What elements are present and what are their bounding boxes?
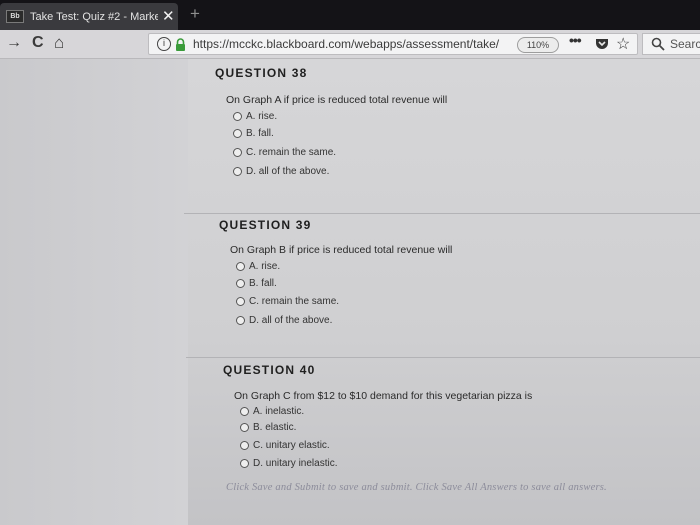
question-38-option-d[interactable]: D. all of the above.: [233, 164, 329, 178]
question-40-title: QUESTION 40: [223, 363, 316, 377]
blackboard-favicon-icon: Bb: [6, 10, 24, 23]
close-tab-icon[interactable]: ✕: [162, 9, 175, 24]
question-40-text: On Graph C from $12 to $10 demand for th…: [234, 390, 533, 402]
radio-button[interactable]: [236, 261, 245, 271]
pocket-icon[interactable]: [595, 37, 609, 50]
search-placeholder: Searc: [670, 37, 700, 51]
question-39-option-c[interactable]: C. remain the same.: [236, 294, 339, 308]
search-icon: [651, 37, 665, 51]
option-label: D. all of the above.: [249, 314, 333, 326]
zoom-level-badge[interactable]: 110%: [517, 37, 559, 53]
radio-button[interactable]: [233, 147, 242, 157]
question-38-option-c[interactable]: C. remain the same.: [233, 145, 336, 159]
left-panel: [0, 59, 188, 525]
radio-button[interactable]: [240, 458, 249, 468]
question-38-title: QUESTION 38: [215, 66, 308, 80]
radio-button[interactable]: [233, 166, 242, 176]
home-icon[interactable]: ⌂: [54, 33, 64, 53]
option-label: C. unitary elastic.: [253, 439, 330, 451]
question-40-option-b[interactable]: B. elastic.: [240, 420, 296, 434]
question-39-option-d[interactable]: D. all of the above.: [236, 313, 332, 327]
option-label: B. elastic.: [253, 421, 297, 433]
new-tab-icon[interactable]: +: [190, 4, 200, 24]
question-38-option-a[interactable]: A. rise.: [233, 109, 277, 123]
question-39-option-a[interactable]: A. rise.: [236, 259, 280, 273]
question-40-option-d[interactable]: D. unitary inelastic.: [240, 456, 337, 470]
option-label: A. inelastic.: [253, 405, 305, 417]
radio-button[interactable]: [240, 440, 249, 450]
forward-icon[interactable]: →: [6, 33, 22, 53]
option-label: A. rise.: [246, 110, 278, 122]
option-label: C. remain the same.: [249, 295, 340, 307]
option-label: B. fall.: [246, 127, 274, 139]
tab-title: Take Test: Quiz #2 - Market anc: [30, 10, 158, 23]
question-39-text: On Graph B if price is reduced total rev…: [230, 244, 453, 256]
option-label: D. all of the above.: [246, 165, 330, 177]
bookmark-star-icon[interactable]: ☆: [616, 34, 630, 54]
lock-icon: [176, 38, 185, 51]
page-actions-icon[interactable]: •••: [569, 32, 582, 48]
option-label: C. remain the same.: [246, 146, 337, 158]
question-38-option-b[interactable]: B. fall.: [233, 126, 274, 140]
test-content: QUESTION 38 On Graph A if price is reduc…: [184, 59, 700, 525]
radio-button[interactable]: [233, 128, 242, 138]
option-label: D. unitary inelastic.: [253, 457, 338, 469]
radio-button[interactable]: [236, 296, 245, 306]
radio-button[interactable]: [236, 278, 245, 288]
question-divider: [184, 213, 700, 214]
option-label: A. rise.: [249, 260, 281, 272]
question-39-option-b[interactable]: B. fall.: [236, 276, 277, 290]
browser-tab[interactable]: Bb Take Test: Quiz #2 - Market anc ✕: [0, 3, 178, 30]
search-input[interactable]: Searc: [642, 33, 700, 55]
page-content: QUESTION 38 On Graph A if price is reduc…: [0, 59, 700, 525]
navigation-bar: → C ⌂ i https://mcckc.blackboard.com/web…: [0, 30, 700, 59]
question-39-title: QUESTION 39: [219, 218, 312, 232]
radio-button[interactable]: [233, 111, 242, 121]
submit-instructions: Click Save and Submit to save and submit…: [226, 482, 607, 493]
radio-button[interactable]: [240, 406, 249, 416]
question-38-text: On Graph A if price is reduced total rev…: [226, 94, 448, 106]
address-bar[interactable]: i https://mcckc.blackboard.com/webapps/a…: [148, 32, 638, 55]
info-icon[interactable]: i: [157, 37, 171, 51]
tab-bar: Bb Take Test: Quiz #2 - Market anc ✕ +: [0, 0, 700, 30]
question-40-option-c[interactable]: C. unitary elastic.: [240, 438, 330, 452]
question-40-option-a[interactable]: A. inelastic.: [240, 404, 304, 418]
radio-button[interactable]: [236, 315, 245, 325]
url-text: https://mcckc.blackboard.com/webapps/ass…: [193, 37, 500, 51]
reload-icon[interactable]: C: [32, 33, 44, 53]
option-label: B. fall.: [249, 277, 277, 289]
radio-button[interactable]: [240, 422, 249, 432]
question-divider: [186, 357, 700, 358]
